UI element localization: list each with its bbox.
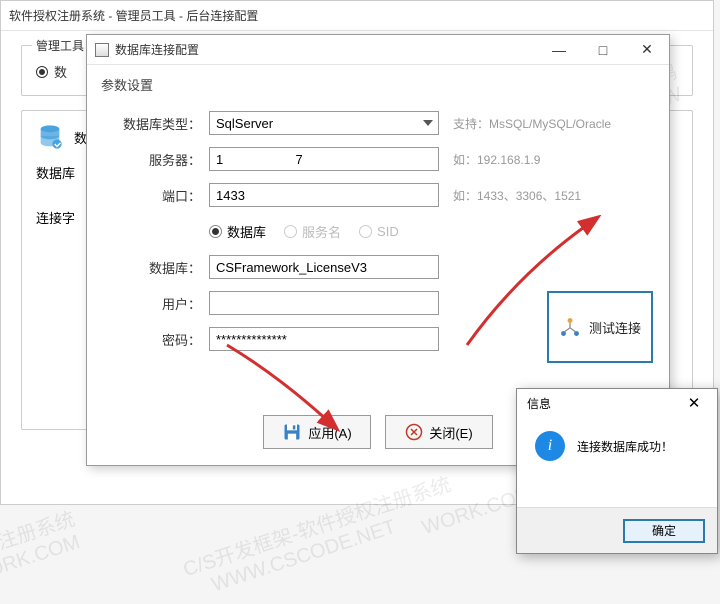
label-dbtype: 数据库类型： [101, 114, 201, 133]
database-icon [36, 123, 64, 151]
bg-radio[interactable] [36, 66, 48, 78]
dialog-titlebar[interactable]: 数据库连接配置 — □ ✕ [87, 35, 669, 65]
ok-button[interactable]: 确定 [623, 519, 705, 543]
server-input[interactable] [209, 147, 439, 171]
msgbox-close-button[interactable]: ✕ [675, 390, 713, 416]
apply-button[interactable]: 应用(A) [263, 415, 371, 449]
watermark: 授权注册系统 ORK.COM [0, 503, 85, 590]
network-icon [557, 314, 583, 340]
radio-database[interactable]: 数据库 [209, 222, 266, 241]
database-input[interactable] [209, 255, 439, 279]
minimize-button[interactable]: — [537, 36, 581, 64]
msgbox-text: 连接数据库成功！ [577, 438, 673, 455]
hint-dbtype: 支持：MsSQL/MySQL/Oracle [453, 115, 611, 132]
info-icon: i [535, 431, 565, 461]
close-button[interactable]: ✕ [625, 36, 669, 64]
close-circle-icon [405, 423, 423, 441]
hint-server: 如：192.168.1.9 [453, 151, 540, 168]
maximize-button[interactable]: □ [581, 36, 625, 64]
hint-port: 如：1433、3306、1521 [453, 187, 581, 204]
label-database: 数据库： [101, 258, 201, 277]
test-btn-label: 测试连接 [589, 318, 641, 337]
msgbox-title: 信息 [527, 395, 551, 412]
bg-radio-label: 数 [54, 62, 67, 81]
close-action-button[interactable]: 关闭(E) [385, 415, 493, 449]
label-password: 密码： [101, 330, 201, 349]
label-server: 服务器： [101, 150, 201, 169]
password-input[interactable] [209, 327, 439, 351]
dialog-app-icon [95, 43, 109, 57]
radio-service-name[interactable]: 服务名 [284, 222, 341, 241]
info-messagebox: 信息 ✕ i 连接数据库成功！ 确定 [516, 388, 718, 554]
port-input[interactable] [209, 183, 439, 207]
dialog-title: 数据库连接配置 [115, 41, 537, 58]
main-window-title: 软件授权注册系统 - 管理员工具 - 后台连接配置 [1, 1, 713, 31]
save-icon [282, 422, 302, 442]
label-port: 端口： [101, 186, 201, 205]
section-title: 参数设置 [101, 75, 655, 94]
label-user: 用户： [101, 294, 201, 313]
radio-sid[interactable]: SID [359, 224, 399, 239]
user-input[interactable] [209, 291, 439, 315]
test-connection-button[interactable]: 测试连接 [547, 291, 653, 363]
dbtype-select[interactable] [209, 111, 439, 135]
mgmt-tools-title: 管理工具 [32, 37, 88, 54]
